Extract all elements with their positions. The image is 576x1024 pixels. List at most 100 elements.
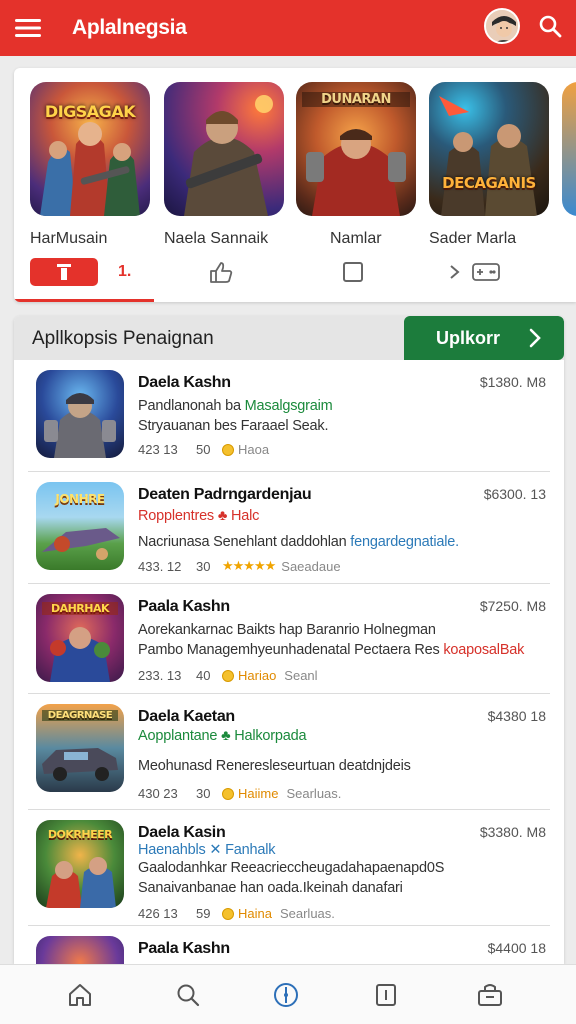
controller-icon bbox=[472, 263, 500, 281]
bottom-navigation bbox=[0, 964, 576, 1024]
coin-icon bbox=[222, 669, 234, 682]
featured-art-title: DUNARAN bbox=[302, 92, 410, 107]
app-icon bbox=[36, 936, 124, 964]
app-icon-title: JONHRE bbox=[55, 492, 105, 506]
download-icon bbox=[57, 264, 71, 280]
app-description: Gaalodanhkar Reeacrieccheugadahapaenapd0… bbox=[138, 860, 445, 876]
app-description: Pambo Managemhyeunhadenatal Pectaera Res… bbox=[138, 642, 525, 658]
app-title: Daela Kasin bbox=[138, 824, 226, 841]
like-button[interactable] bbox=[208, 258, 234, 286]
featured-art-title: DIGSAGAK bbox=[44, 102, 136, 121]
app-subtitle: Haenahbls ✕ Fanhalk bbox=[138, 842, 276, 858]
app-description-2: Sanaivanbanae han oada.Ikeinah danafari bbox=[138, 880, 403, 896]
app-icon: DEAGRNASE bbox=[36, 704, 124, 792]
app-description: Nacriunasa Senehlant daddohlan fengardeg… bbox=[138, 534, 459, 550]
app-icon-title: DAHRHAK bbox=[42, 602, 118, 615]
controller-button[interactable] bbox=[448, 258, 500, 286]
section-title: Apllkopsis Penaignan bbox=[32, 328, 214, 349]
list-item[interactable]: DAHRHAK Paala Kashn $7250. M8 Aorekankar… bbox=[28, 584, 550, 694]
app-subtitle: Pandlanonah ba Masalgsgraim bbox=[138, 398, 333, 414]
nav-home[interactable] bbox=[64, 979, 96, 1011]
featured-card[interactable]: DUNARAN Namlar bbox=[296, 82, 416, 248]
featured-carousel: DIGSAGAK HarMusain Naela Sannaik DUNARAN… bbox=[14, 68, 576, 302]
app-icon-title: DEAGRNASE bbox=[42, 710, 118, 721]
section-header: Apllkopsis Penaignan Uplkorr bbox=[14, 316, 564, 360]
featured-name: HarMusain bbox=[30, 230, 108, 247]
coin-icon bbox=[222, 443, 234, 456]
nav-inbox[interactable] bbox=[474, 979, 506, 1011]
featured-name: Sader Marla bbox=[429, 230, 517, 247]
featured-game-art: DECAGANIS bbox=[429, 82, 549, 216]
user-avatar[interactable] bbox=[484, 8, 520, 44]
list-item[interactable]: Daela Kashn $1380. M8 Pandlanonah ba Mas… bbox=[28, 360, 550, 472]
upgrade-button[interactable]: Uplkorr bbox=[404, 316, 564, 360]
app-meta: 430 23 30 Haiime Searluas. bbox=[138, 786, 342, 801]
featured-card[interactable]: DECAGANIS Sader Marla bbox=[429, 82, 549, 248]
app-title: Daela Kashn bbox=[138, 374, 231, 391]
download-button[interactable] bbox=[30, 258, 98, 286]
featured-game-art: DIGSAGAK bbox=[30, 82, 150, 216]
list-item[interactable]: JONHRE Deaten Padrngardenjau $6300. 13 R… bbox=[28, 472, 550, 584]
thumbs-up-icon bbox=[210, 262, 233, 283]
upgrade-label: Uplkorr bbox=[436, 327, 501, 348]
save-checkbox[interactable] bbox=[342, 258, 364, 286]
featured-card[interactable]: DIGSAGAK HarMusain bbox=[30, 82, 150, 248]
search-icon bbox=[177, 984, 200, 1007]
rating-stars: ★★★★★ bbox=[222, 558, 276, 573]
app-title: Paala Kashn bbox=[138, 940, 230, 957]
carousel-indicator bbox=[14, 299, 154, 302]
home-icon bbox=[69, 984, 91, 1006]
bookmark-icon bbox=[376, 984, 396, 1006]
app-icon bbox=[36, 370, 124, 458]
coin-icon bbox=[222, 907, 234, 920]
featured-card[interactable]: Naela Sannaik bbox=[164, 82, 284, 248]
app-price: $3380. M8 bbox=[479, 824, 546, 840]
app-meta: 433. 12 30 ★★★★★ Saeadaue bbox=[138, 558, 341, 574]
app-icon-title: DOKRHEER bbox=[47, 828, 113, 841]
app-meta: 423 13 50 Haoa bbox=[138, 442, 270, 457]
app-title: Daela Kaetan bbox=[138, 708, 235, 725]
app-title: Aplalnegsia bbox=[72, 16, 187, 39]
coin-icon bbox=[222, 787, 234, 800]
search-icon bbox=[539, 15, 562, 38]
nav-explore[interactable] bbox=[270, 979, 302, 1011]
featured-game-art bbox=[164, 82, 284, 216]
nav-library[interactable] bbox=[370, 979, 402, 1011]
featured-name: Namlar bbox=[330, 230, 382, 247]
app-price: $1380. M8 bbox=[479, 374, 546, 390]
download-counter: 1. bbox=[118, 263, 132, 280]
app-price: $6300. 13 bbox=[483, 486, 546, 502]
featured-card-peek[interactable] bbox=[562, 82, 576, 216]
download-action[interactable]: 1. bbox=[30, 258, 131, 286]
app-subtitle: Aopplantane ♣ Halkorpada bbox=[138, 728, 307, 744]
inbox-icon bbox=[478, 984, 502, 1006]
app-list-section: Apllkopsis Penaignan Uplkorr Daela Kashn… bbox=[14, 316, 564, 964]
featured-art-title: DECAGANIS bbox=[442, 174, 536, 192]
list-item[interactable]: DEAGRNASE Daela Kaetan $4380 18 Aopplant… bbox=[28, 694, 550, 810]
app-icon: DAHRHAK bbox=[36, 594, 124, 682]
app-title: Paala Kashn bbox=[138, 598, 230, 615]
app-description: Stryauanan bes Faraael Seak. bbox=[138, 418, 329, 434]
compass-icon bbox=[274, 983, 298, 1007]
app-bar: Aplalnegsia bbox=[0, 0, 576, 56]
app-icon: DOKRHEER bbox=[36, 820, 124, 908]
search-button[interactable] bbox=[534, 10, 566, 42]
featured-game-art: DUNARAN bbox=[296, 82, 416, 216]
app-title: Deaten Padrngardenjau bbox=[138, 486, 312, 503]
nav-search[interactable] bbox=[172, 979, 204, 1011]
menu-button[interactable] bbox=[0, 0, 56, 56]
app-subtitle: Aorekankarnac Baikts hap Baranrio Holneg… bbox=[138, 622, 436, 638]
app-description: Meohunasd Reneresleseurtuan deatdnjdeis bbox=[138, 758, 411, 774]
app-subtitle: Ropplentres ♣ Halc bbox=[138, 508, 260, 524]
app-meta: 426 13 59 Haina Searluas. bbox=[138, 906, 335, 921]
app-icon: JONHRE bbox=[36, 482, 124, 570]
chevron-right-icon bbox=[529, 328, 541, 348]
app-price: $4400 18 bbox=[487, 940, 546, 956]
app-meta: 233. 13 40 Hariao Seanl bbox=[138, 668, 318, 683]
list-item[interactable]: Paala Kashn $4400 18 bbox=[28, 926, 550, 964]
list-item[interactable]: DOKRHEER Daela Kasin $3380. M8 Haenahbls… bbox=[28, 810, 550, 926]
featured-name: Naela Sannaik bbox=[164, 230, 269, 247]
hamburger-menu-icon bbox=[15, 19, 41, 37]
app-price: $4380 18 bbox=[487, 708, 546, 724]
app-price: $7250. M8 bbox=[479, 598, 546, 614]
